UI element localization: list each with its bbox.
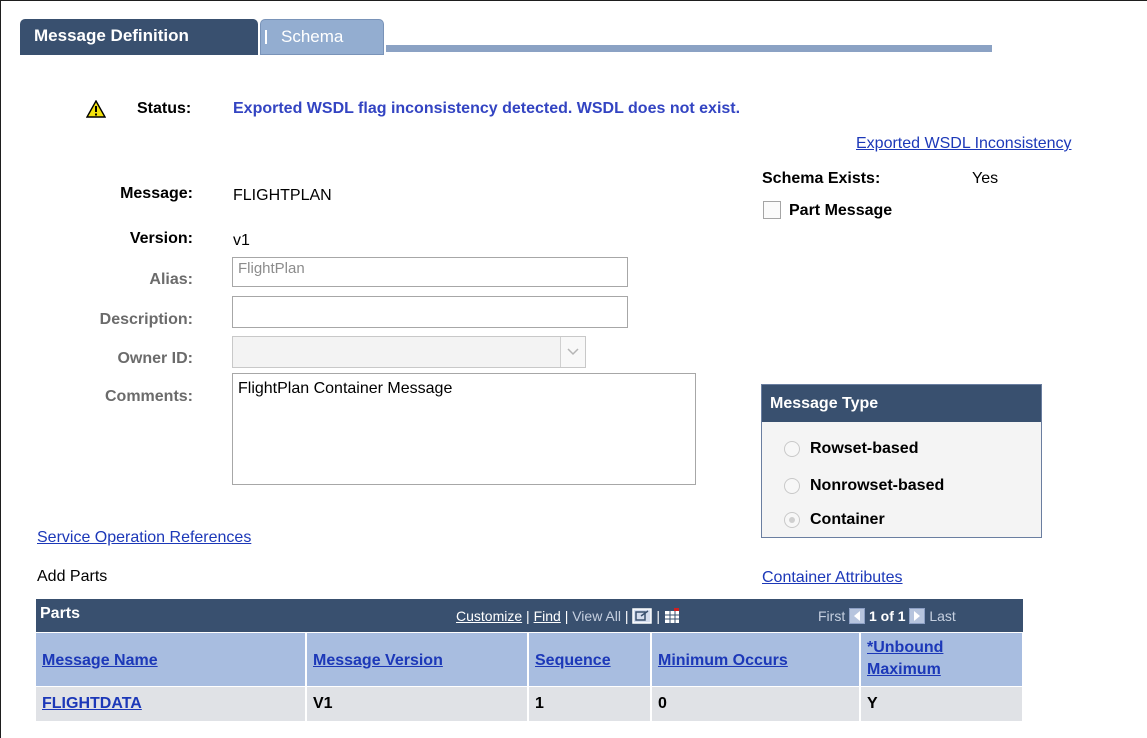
cell-text: 1 bbox=[535, 695, 544, 712]
view-all-link[interactable]: View All bbox=[572, 608, 621, 624]
message-type-group: Message Type Rowset-based Nonrowset-base… bbox=[761, 384, 1042, 538]
page-info: 1 of 1 bbox=[869, 608, 906, 624]
last-link[interactable]: Last bbox=[929, 608, 955, 624]
alias-input[interactable]: FlightPlan bbox=[232, 257, 628, 287]
add-parts-label: Add Parts bbox=[37, 568, 108, 585]
col-header-label: Message Name bbox=[42, 652, 158, 669]
service-operation-references-link[interactable]: Service Operation References bbox=[37, 529, 251, 547]
col-header-message-name[interactable]: Message Name bbox=[36, 633, 306, 686]
download-grid-icon[interactable] bbox=[664, 608, 680, 624]
part-message-label: Part Message bbox=[789, 202, 893, 219]
warning-icon bbox=[86, 100, 106, 118]
tab-schema[interactable]: Schema bbox=[260, 19, 384, 55]
separator: | bbox=[624, 608, 633, 624]
cell-text: 0 bbox=[658, 695, 667, 712]
alias-label: Alias: bbox=[149, 271, 193, 288]
table-cell: Y bbox=[861, 687, 1023, 721]
message-name-link[interactable]: FLIGHTDATA bbox=[42, 695, 142, 713]
description-label: Description: bbox=[99, 311, 193, 328]
owner-id-dropdown-button[interactable] bbox=[560, 337, 585, 367]
table-cell: 1 bbox=[529, 687, 651, 721]
customize-link[interactable]: Customize bbox=[456, 608, 522, 624]
radio-label: Nonrowset-based bbox=[810, 477, 945, 494]
status-label: Status: bbox=[137, 100, 192, 117]
description-input[interactable] bbox=[232, 296, 628, 328]
separator: | bbox=[526, 608, 534, 624]
col-header-message-version[interactable]: Message Version bbox=[307, 633, 528, 686]
version-value: v1 bbox=[233, 232, 250, 249]
part-message-checkbox[interactable] bbox=[763, 201, 781, 219]
radio-button[interactable] bbox=[784, 512, 800, 528]
col-header-label: *Unbound bbox=[867, 639, 944, 656]
schema-exists-label: Schema Exists: bbox=[762, 170, 881, 187]
comments-textarea[interactable]: FlightPlan Container Message bbox=[232, 373, 696, 485]
table-cell: FLIGHTDATA bbox=[36, 687, 306, 721]
radio-button[interactable] bbox=[784, 441, 800, 457]
tab-message-definition[interactable]: Message Definition bbox=[20, 19, 258, 55]
table-cell: 0 bbox=[652, 687, 860, 721]
version-label: Version: bbox=[129, 230, 193, 247]
col-header-sequence[interactable]: Sequence bbox=[529, 633, 651, 686]
cell-text: V1 bbox=[313, 695, 333, 712]
prev-page-icon[interactable] bbox=[849, 608, 866, 624]
find-link[interactable]: Find bbox=[534, 608, 561, 624]
container-attributes-link[interactable]: Container Attributes bbox=[762, 569, 903, 587]
comments-label: Comments: bbox=[104, 388, 193, 405]
exported-wsdl-inconsistency-link[interactable]: Exported WSDL Inconsistency bbox=[856, 135, 1072, 153]
tab-rule bbox=[386, 45, 992, 52]
zoom-icon[interactable] bbox=[632, 608, 653, 624]
col-header-label: Message Version bbox=[313, 652, 443, 669]
col-header-label: Minimum Occurs bbox=[658, 652, 788, 669]
message-type-title: Message Type bbox=[762, 385, 1041, 422]
separator: | bbox=[656, 608, 664, 624]
message-label: Message: bbox=[120, 185, 193, 202]
pagination: First 1 of 1 Last bbox=[818, 608, 956, 624]
owner-id-select[interactable] bbox=[232, 336, 586, 368]
col-header-label: Maximum bbox=[867, 661, 941, 678]
message-value: FLIGHTPLAN bbox=[233, 187, 332, 204]
parts-grid-header: Parts Customize | Find | View All | | Fi… bbox=[36, 599, 1023, 632]
owner-id-label: Owner ID: bbox=[117, 350, 193, 367]
table-cell: V1 bbox=[307, 687, 528, 721]
parts-grid-title: Parts bbox=[40, 605, 81, 622]
col-header-unbound-maximum[interactable]: *Unbound Maximum bbox=[861, 633, 1023, 686]
schema-exists-value: Yes bbox=[972, 170, 999, 187]
next-page-icon[interactable] bbox=[909, 608, 926, 624]
radio-button[interactable] bbox=[784, 478, 800, 494]
status-message: Exported WSDL flag inconsistency detecte… bbox=[233, 100, 741, 117]
cell-text: Y bbox=[867, 695, 878, 712]
col-header-label: Sequence bbox=[535, 652, 611, 669]
col-header-minimum-occurs[interactable]: Minimum Occurs bbox=[652, 633, 860, 686]
grid-toolbar: Customize | Find | View All | | bbox=[456, 608, 680, 624]
radio-label: Container bbox=[810, 511, 885, 528]
chevron-down-icon bbox=[567, 348, 579, 356]
radio-label: Rowset-based bbox=[810, 440, 919, 457]
first-link[interactable]: First bbox=[818, 608, 845, 624]
